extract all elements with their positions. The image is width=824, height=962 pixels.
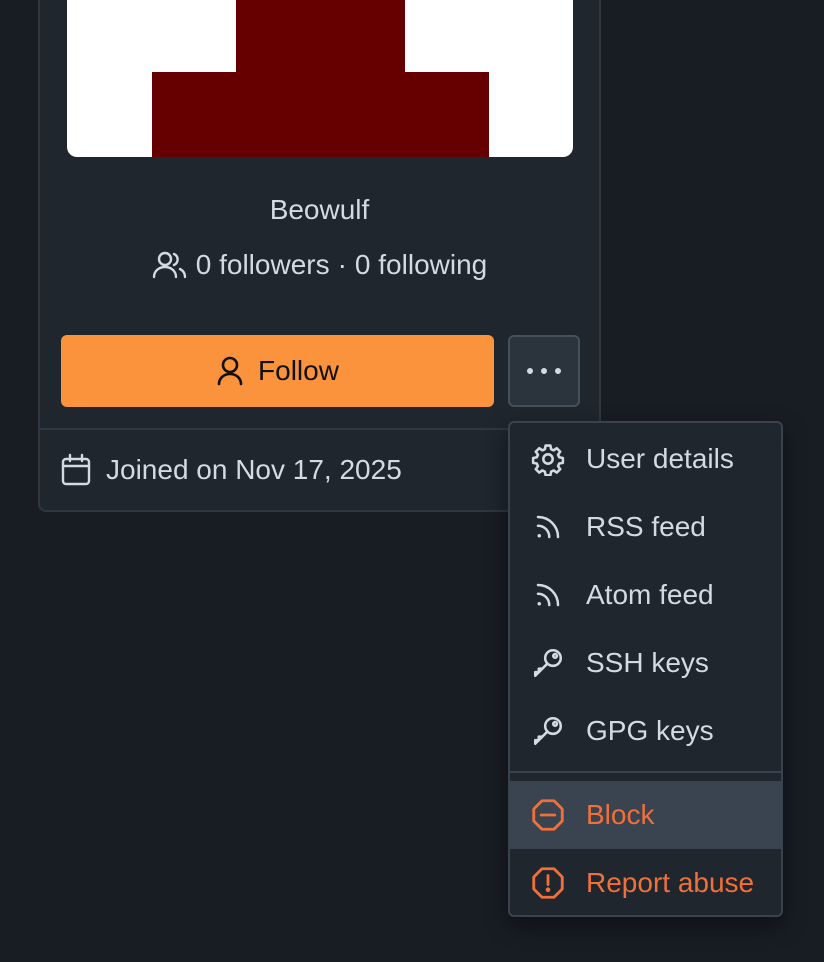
key-icon: [530, 713, 566, 749]
avatar: [67, 0, 573, 157]
menu-item-label: Block: [586, 799, 655, 830]
follow-stats: 0 followers · 0 following: [38, 249, 601, 281]
menu-item-block[interactable]: Block: [510, 781, 781, 849]
menu-divider: [510, 771, 781, 773]
menu-item-atom-feed[interactable]: Atom feed: [510, 561, 781, 629]
stats-separator: ·: [337, 249, 347, 280]
report-icon: [530, 865, 566, 901]
kebab-horizontal-icon: [526, 367, 562, 375]
menu-item-label: SSH keys: [586, 647, 709, 678]
profile-username: Beowulf: [269, 194, 370, 225]
menu-item-user-details[interactable]: User details: [510, 425, 781, 493]
gear-icon: [530, 441, 566, 477]
menu-item-label: RSS feed: [586, 511, 706, 542]
joined-date: Joined on Nov 17, 2025: [106, 454, 402, 485]
menu-item-label: Atom feed: [586, 579, 714, 610]
calendar-icon: [60, 453, 92, 487]
menu-item-label: User details: [586, 443, 734, 474]
rss-icon: [530, 577, 566, 613]
menu-item-rss-feed[interactable]: RSS feed: [510, 493, 781, 561]
more-actions-menu: User details RSS feed Atom feed SSH keys…: [508, 421, 783, 917]
menu-item-label: GPG keys: [586, 715, 714, 746]
follow-button[interactable]: Follow: [61, 335, 494, 407]
blocked-icon: [530, 797, 566, 833]
people-icon: [152, 250, 188, 280]
person-icon: [216, 356, 244, 386]
more-actions-button[interactable]: [508, 335, 580, 407]
menu-item-label: Report abuse: [586, 867, 755, 898]
follow-button-label: Follow: [258, 355, 339, 386]
menu-item-gpg-keys[interactable]: GPG keys: [510, 697, 781, 765]
key-icon: [530, 645, 566, 681]
menu-item-report-abuse[interactable]: Report abuse: [510, 849, 781, 915]
joined-info: Joined on Nov 17, 2025: [60, 453, 402, 487]
following-link[interactable]: 0 following: [355, 249, 487, 281]
followers-link[interactable]: 0 followers: [196, 249, 330, 281]
rss-icon: [530, 509, 566, 545]
menu-item-ssh-keys[interactable]: SSH keys: [510, 629, 781, 697]
